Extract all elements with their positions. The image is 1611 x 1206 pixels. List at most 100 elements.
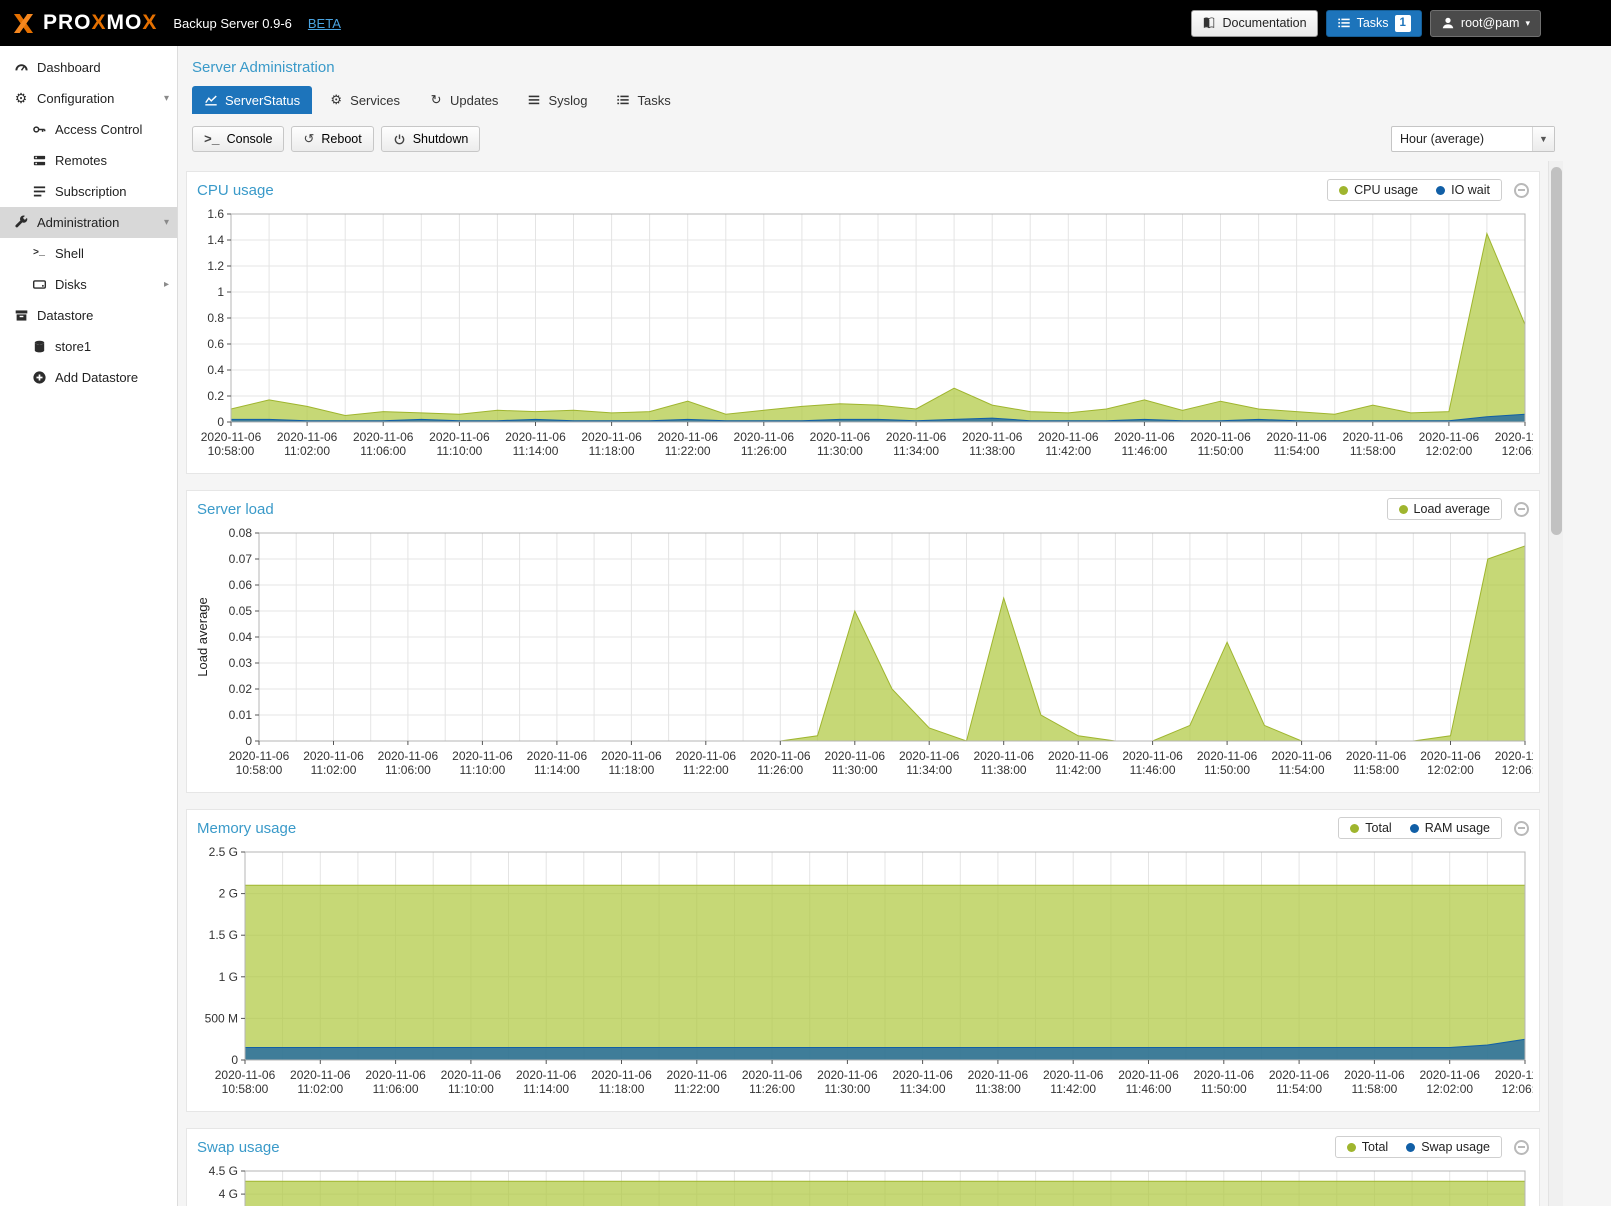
svg-text:2020-11-06: 2020-11-06: [1346, 749, 1407, 763]
svg-text:4.5 G: 4.5 G: [209, 1164, 238, 1178]
scrollbar-thumb[interactable]: [1551, 167, 1562, 535]
sidebar-item-subscription[interactable]: Subscription: [0, 176, 177, 207]
remotes-icon: [31, 153, 47, 169]
panel-title: CPU usage: [197, 182, 274, 199]
collapse-panel-icon[interactable]: [1514, 502, 1529, 517]
panel-title: Memory usage: [197, 820, 296, 837]
svg-text:11:30:00: 11:30:00: [824, 1082, 870, 1096]
svg-text:2020-11-06: 2020-11-06: [734, 430, 795, 444]
svg-text:2020-11-06: 2020-11-06: [742, 1068, 803, 1082]
reboot-button[interactable]: ↺ Reboot: [291, 126, 373, 152]
svg-text:2020-11-06: 2020-11-06: [353, 430, 414, 444]
sidebar-item-access-control[interactable]: Access Control: [0, 114, 177, 145]
svg-text:2020-11-06: 2020-11-06: [1194, 1068, 1255, 1082]
tasks-button[interactable]: Tasks 1: [1326, 10, 1422, 37]
svg-text:2020-11-06: 2020-11-06: [1271, 749, 1332, 763]
svg-text:11:38:00: 11:38:00: [981, 763, 1027, 777]
svg-text:11:26:00: 11:26:00: [749, 1082, 795, 1096]
product-version: Backup Server 0.9-6: [173, 16, 292, 31]
svg-text:2020-11-06: 2020-11-06: [581, 430, 642, 444]
sidebar-item-shell[interactable]: >_ Shell: [0, 238, 177, 269]
chart-legend: Total Swap usage: [1335, 1136, 1502, 1158]
beta-link[interactable]: BETA: [308, 16, 341, 31]
subscription-icon: [31, 184, 47, 200]
tab-syslog[interactable]: Syslog: [515, 86, 599, 114]
chevron-down-icon: ▾: [164, 217, 169, 228]
svg-text:2020-11-06: 2020-11-06: [1048, 749, 1109, 763]
svg-text:11:06:00: 11:06:00: [360, 444, 406, 458]
memory-usage-chart: 0500 M1 G1.5 G2 G2.5 G2020-11-0610:58:00…: [187, 842, 1539, 1111]
svg-text:11:42:00: 11:42:00: [1045, 444, 1091, 458]
console-button[interactable]: >_ Console: [192, 126, 284, 152]
svg-text:11:34:00: 11:34:00: [900, 1082, 946, 1096]
charts-scroll-area: CPU usage CPU usage IO wait 00.20.40.60.…: [178, 161, 1563, 1206]
gauge-icon: [13, 60, 29, 76]
sidebar-item-remotes[interactable]: Remotes: [0, 145, 177, 176]
chevron-right-icon: ▸: [164, 279, 169, 290]
collapse-panel-icon[interactable]: [1514, 183, 1529, 198]
svg-text:1: 1: [217, 285, 224, 299]
svg-text:2020-11-06: 2020-11-06: [277, 430, 338, 444]
svg-text:11:26:00: 11:26:00: [741, 444, 787, 458]
svg-text:2020-11-06: 2020-11-06: [290, 1068, 351, 1082]
tab-serverstatus[interactable]: ServerStatus: [192, 86, 312, 114]
svg-text:2020-11-06: 2020-11-06: [1420, 749, 1481, 763]
sidebar-item-disks[interactable]: Disks ▸: [0, 269, 177, 300]
svg-text:11:34:00: 11:34:00: [893, 444, 939, 458]
sidebar-item-administration[interactable]: Administration ▾: [0, 207, 177, 238]
series-dot: [1339, 186, 1348, 195]
svg-text:0: 0: [245, 734, 252, 748]
collapse-panel-icon[interactable]: [1514, 1140, 1529, 1155]
svg-text:2020-11-06: 2020-11-06: [215, 1068, 276, 1082]
svg-text:12:06:00: 12:06:00: [1502, 763, 1533, 777]
tab-tasks[interactable]: Tasks: [604, 86, 682, 114]
collapse-panel-icon[interactable]: [1514, 821, 1529, 836]
sidebar-item-datastore[interactable]: Datastore: [0, 300, 177, 331]
timeframe-select[interactable]: Hour (average) ▼: [1391, 126, 1555, 152]
svg-text:10:58:00: 10:58:00: [222, 1082, 269, 1096]
svg-text:2020-11-06: 2020-11-06: [365, 1068, 426, 1082]
svg-text:0.06: 0.06: [229, 578, 253, 592]
svg-text:2020-11-06: 2020-11-06: [962, 430, 1023, 444]
svg-text:2 G: 2 G: [219, 887, 238, 901]
svg-text:2020-11-06: 2020-11-06: [441, 1068, 502, 1082]
svg-text:11:46:00: 11:46:00: [1130, 763, 1176, 777]
svg-text:2020-11-06: 2020-11-06: [1114, 430, 1175, 444]
sidebar: Dashboard ⚙ Configuration ▾ Access Contr…: [0, 46, 178, 1206]
documentation-button[interactable]: Documentation: [1191, 10, 1317, 37]
tab-services[interactable]: ⚙ Services: [317, 86, 412, 114]
sidebar-item-store1[interactable]: store1: [0, 331, 177, 362]
svg-text:2020-11-06: 2020-11-06: [810, 430, 871, 444]
svg-text:2020-11-06: 2020-11-06: [676, 749, 737, 763]
svg-text:2020-11-06: 2020-11-06: [1495, 430, 1533, 444]
svg-text:11:54:00: 11:54:00: [1276, 1082, 1322, 1096]
page-title: Server Administration: [178, 46, 1563, 86]
svg-text:0.03: 0.03: [229, 656, 253, 670]
svg-text:11:06:00: 11:06:00: [385, 763, 431, 777]
svg-text:11:42:00: 11:42:00: [1050, 1082, 1096, 1096]
svg-text:2020-11-06: 2020-11-06: [229, 749, 290, 763]
svg-text:0.01: 0.01: [229, 708, 253, 722]
tab-updates[interactable]: ↻ Updates: [417, 86, 510, 114]
sidebar-item-configuration[interactable]: ⚙ Configuration ▾: [0, 83, 177, 114]
svg-text:11:58:00: 11:58:00: [1350, 444, 1396, 458]
plus-circle-icon: [31, 370, 47, 386]
svg-text:10:58:00: 10:58:00: [208, 444, 255, 458]
svg-text:0.07: 0.07: [229, 552, 253, 566]
svg-text:2020-11-06: 2020-11-06: [1043, 1068, 1104, 1082]
sidebar-item-dashboard[interactable]: Dashboard: [0, 52, 177, 83]
user-menu-button[interactable]: root@pam ▾: [1430, 10, 1541, 37]
wrench-icon: [13, 215, 29, 231]
vertical-scrollbar[interactable]: [1548, 161, 1563, 1206]
svg-text:12:02:00: 12:02:00: [1426, 1082, 1473, 1096]
svg-text:11:10:00: 11:10:00: [459, 763, 505, 777]
archive-icon: [13, 308, 29, 324]
svg-text:0.2: 0.2: [207, 389, 224, 403]
svg-text:11:18:00: 11:18:00: [599, 1082, 645, 1096]
panel-title: Server load: [197, 501, 274, 518]
svg-text:12:02:00: 12:02:00: [1427, 763, 1474, 777]
shutdown-button[interactable]: Shutdown: [381, 126, 481, 152]
proxmox-logo: PROXMOX: [12, 11, 157, 35]
series-dot: [1350, 824, 1359, 833]
sidebar-item-add-datastore[interactable]: Add Datastore: [0, 362, 177, 393]
